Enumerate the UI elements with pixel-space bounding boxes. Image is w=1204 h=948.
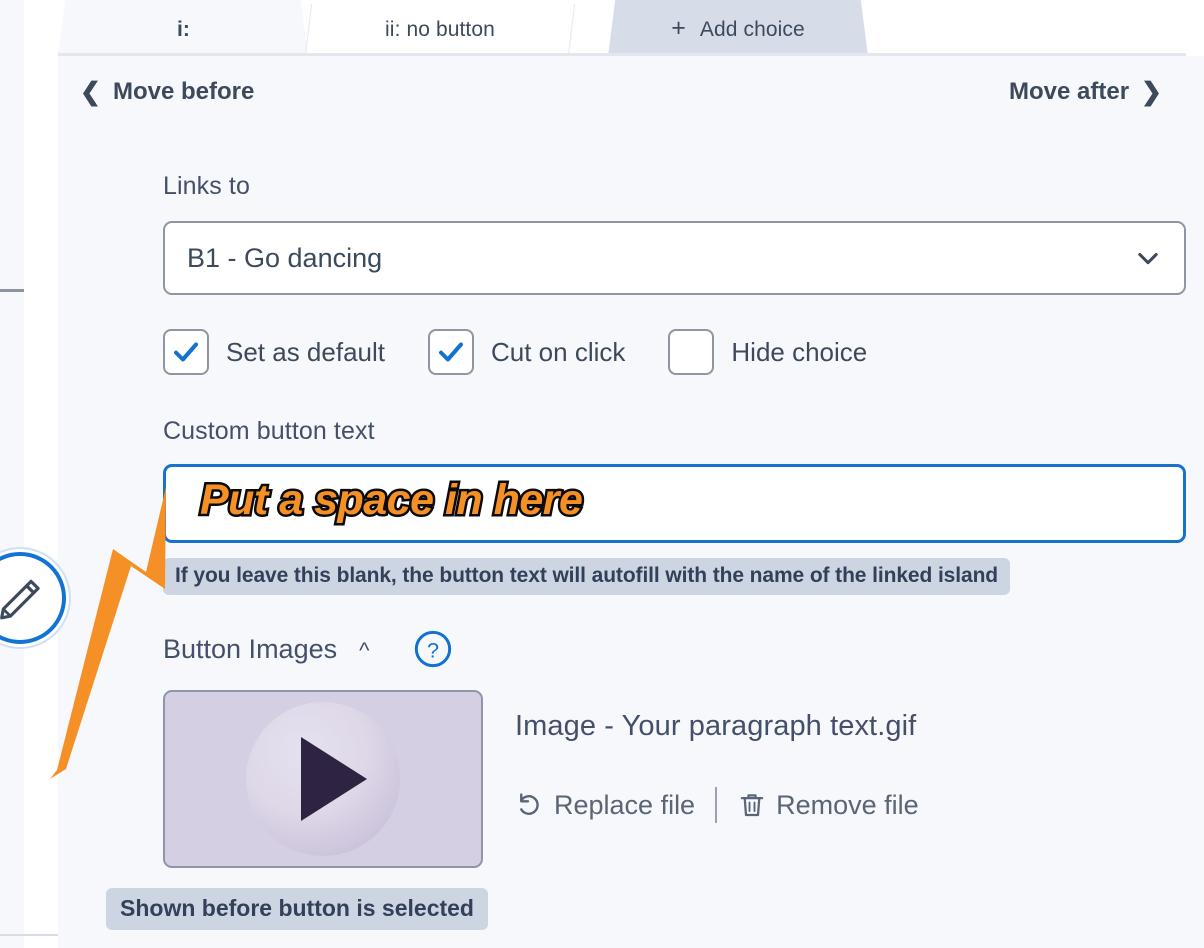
custom-button-text-label: Custom button text <box>163 417 375 445</box>
pencil-icon <box>0 579 40 620</box>
move-before-button[interactable]: ❮ Move before <box>80 78 254 106</box>
left-gutter <box>0 0 24 948</box>
choice-tabs: i: ii: no button + Add choice <box>58 0 1204 56</box>
play-icon <box>246 702 400 856</box>
replace-file-button[interactable]: Replace file <box>515 790 695 821</box>
chevron-right-icon: ❯ <box>1141 77 1162 106</box>
checkbox-box <box>428 329 474 375</box>
move-after-label: Move after <box>1009 78 1130 105</box>
check-icon <box>174 342 198 362</box>
replace-file-label: Replace file <box>554 789 696 820</box>
tab-choice-ii[interactable]: ii: no button <box>310 0 570 56</box>
checkbox-label: Set as default <box>226 336 385 367</box>
file-info: Image - Your paragraph text.gif Replace … <box>515 690 919 823</box>
checkbox-label: Cut on click <box>491 336 626 367</box>
checkbox-set-as-default[interactable]: Set as default <box>163 329 385 375</box>
tabstrip-underline <box>58 53 1186 56</box>
checkbox-label: Hide choice <box>731 336 868 367</box>
tab-separator <box>567 4 576 56</box>
tab-label: Add choice <box>699 17 805 41</box>
checkbox-box <box>163 329 209 375</box>
checkbox-cut-on-click[interactable]: Cut on click <box>428 329 625 375</box>
links-to-label: Links to <box>163 172 250 200</box>
choice-options-row: Set as default Cut on click Hide choice <box>163 329 867 375</box>
move-after-button[interactable]: Move after ❯ <box>1009 78 1162 106</box>
button-images-header: Button Images ^ ? <box>163 629 453 669</box>
question-mark-circle-icon[interactable]: ? <box>413 629 453 669</box>
file-actions: Replace file Remove file <box>515 787 919 823</box>
custom-button-text-input[interactable] <box>163 464 1186 543</box>
move-row: ❮ Move before Move after ❯ <box>58 78 1186 106</box>
tab-label: ii: no button <box>385 18 495 41</box>
custom-button-text-hint: If you leave this blank, the button text… <box>163 558 1011 595</box>
help-icon-svg: ? <box>415 630 452 668</box>
panel-right-edge <box>1186 0 1204 948</box>
links-to-value: B1 - Go dancing <box>187 242 383 273</box>
button-image-thumbnail[interactable] <box>163 690 483 868</box>
undo-icon <box>520 793 539 815</box>
svg-text:?: ? <box>427 637 439 662</box>
plus-icon: + <box>671 14 686 42</box>
chevron-up-icon[interactable]: ^ <box>359 638 369 664</box>
links-to-select[interactable]: B1 - Go dancing <box>163 221 1186 295</box>
left-rail <box>24 0 59 948</box>
checkbox-hide-choice[interactable]: Hide choice <box>668 329 867 375</box>
tab-add-choice[interactable]: + Add choice <box>608 0 868 56</box>
remove-file-button[interactable]: Remove file <box>737 790 919 821</box>
tab-choice-i[interactable]: i: <box>58 0 308 56</box>
status-badge: Shown before button is selected <box>106 888 488 930</box>
checkbox-box <box>668 329 715 375</box>
tab-label: i: <box>176 18 191 41</box>
play-triangle <box>301 737 367 821</box>
button-images-title[interactable]: Button Images <box>163 634 337 665</box>
chevron-down-icon <box>1138 252 1158 265</box>
remove-file-label: Remove file <box>776 789 919 820</box>
check-icon <box>439 342 463 362</box>
trash-icon <box>740 794 764 817</box>
file-name: Image - Your paragraph text.gif <box>515 710 917 742</box>
move-before-label: Move before <box>112 78 255 105</box>
chevron-left-icon: ❮ <box>80 77 101 106</box>
action-divider <box>715 787 718 823</box>
button-image-row: Image - Your paragraph text.gif Replace … <box>163 690 919 868</box>
